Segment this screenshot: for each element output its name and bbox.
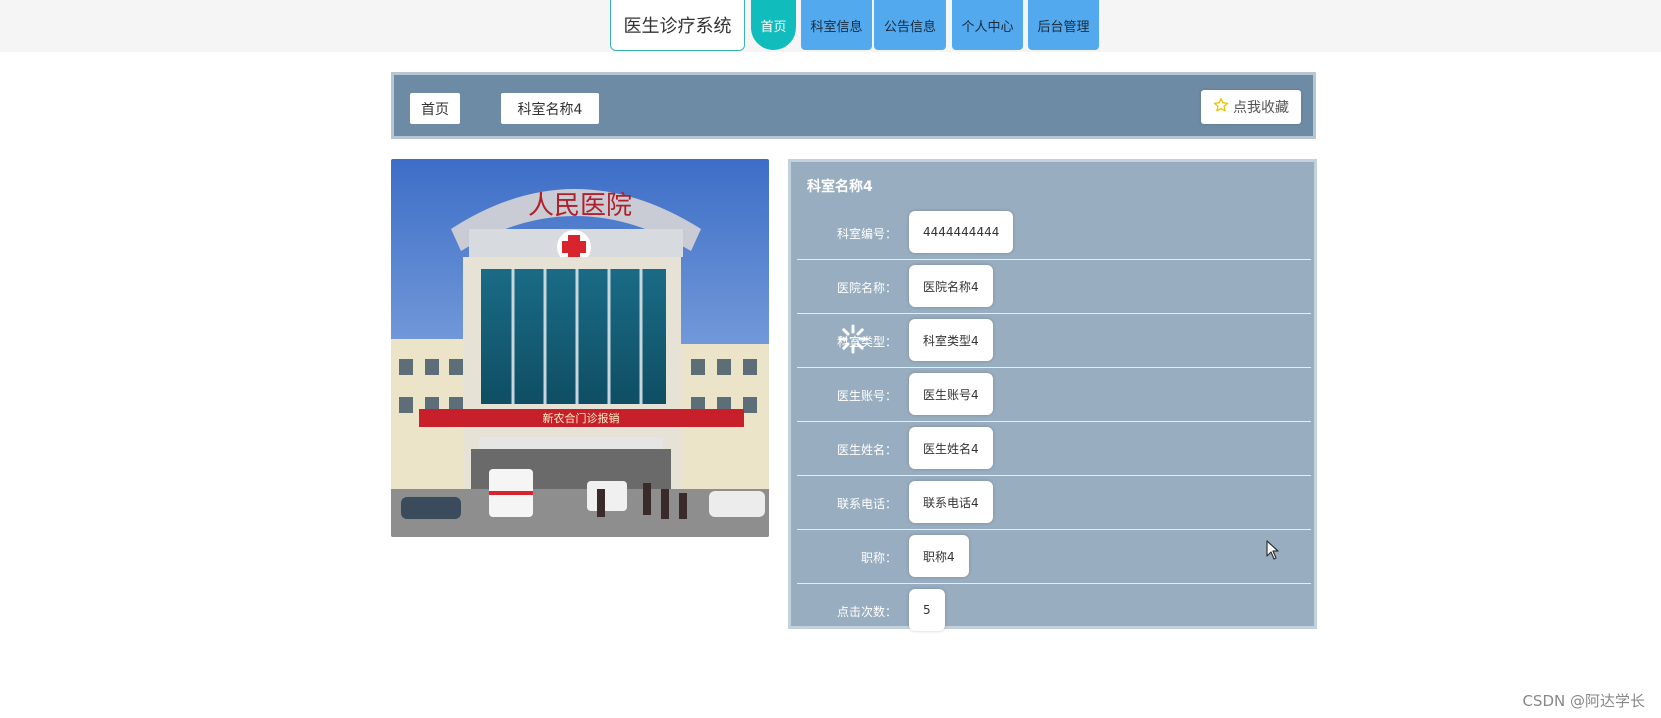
watermark: CSDN @阿达学长 — [1522, 692, 1645, 710]
detail-row-hospital-name: 医院名称： 医院名称4 — [797, 260, 1311, 314]
detail-row-click-count: 点击次数： 5 — [797, 584, 1311, 638]
detail-row-phone: 联系电话： 联系电话4 — [797, 476, 1311, 530]
field-value: 职称4 — [909, 535, 969, 577]
department-detail-panel: 科室名称4 科室编号： 4444444444 医院名称： 医院名称4 科室类型：… — [788, 159, 1317, 631]
breadcrumb: 首页 科室名称4 点我收藏 — [391, 72, 1316, 139]
field-value: 5 — [909, 589, 945, 631]
field-value: 医院名称4 — [909, 265, 993, 307]
hospital-sign: 人民医院 — [528, 191, 632, 221]
field-value: 医生账号4 — [909, 373, 993, 415]
nav-item-personal-center[interactable]: 个人中心 — [952, 0, 1023, 50]
detail-row-department-type: 科室类型： 科室类型4 — [797, 314, 1311, 368]
field-value: 科室类型4 — [909, 319, 993, 361]
field-value: 联系电话4 — [909, 481, 993, 523]
loading-spinner-icon — [838, 324, 868, 354]
favorite-label: 点我收藏 — [1233, 100, 1289, 116]
nav-item-home[interactable]: 首页 — [751, 0, 796, 50]
mouse-cursor-icon — [1266, 540, 1280, 560]
detail-row-title: 职称： 职称4 — [797, 530, 1311, 584]
photo-banner-text: 新农合门诊报销 — [543, 411, 620, 425]
site-title[interactable]: 医生诊疗系统 — [610, 0, 745, 51]
svg-text:人民医院: 人民医院 — [528, 191, 632, 221]
field-label: 点击次数： — [836, 604, 897, 619]
field-label: 医生账号： — [836, 388, 897, 403]
field-label: 职称： — [860, 550, 897, 565]
field-label: 医生姓名： — [836, 442, 897, 457]
nav-item-admin[interactable]: 后台管理 — [1028, 0, 1099, 50]
star-icon — [1213, 97, 1229, 117]
nav-item-announcements[interactable]: 公告信息 — [874, 0, 946, 50]
favorite-button[interactable]: 点我收藏 — [1201, 90, 1301, 124]
detail-title: 科室名称4 — [807, 179, 873, 195]
field-label: 联系电话： — [836, 496, 897, 511]
detail-row-department-id: 科室编号： 4444444444 — [797, 206, 1311, 260]
field-value: 4444444444 — [909, 211, 1014, 253]
detail-row-doctor-name: 医生姓名： 医生姓名4 — [797, 422, 1311, 476]
field-label: 科室编号： — [836, 226, 897, 241]
nav-item-departments[interactable]: 科室信息 — [801, 0, 872, 50]
top-navigation: 医生诊疗系统 首页 科室信息 公告信息 个人中心 后台管理 — [0, 0, 1661, 52]
breadcrumb-home[interactable]: 首页 — [410, 93, 460, 124]
field-label: 医院名称： — [836, 280, 897, 295]
detail-row-doctor-account: 医生账号： 医生账号4 — [797, 368, 1311, 422]
breadcrumb-current[interactable]: 科室名称4 — [501, 93, 599, 124]
field-value: 医生姓名4 — [909, 427, 993, 469]
department-image: 人民医院 新农合门诊报销 — [391, 159, 769, 537]
